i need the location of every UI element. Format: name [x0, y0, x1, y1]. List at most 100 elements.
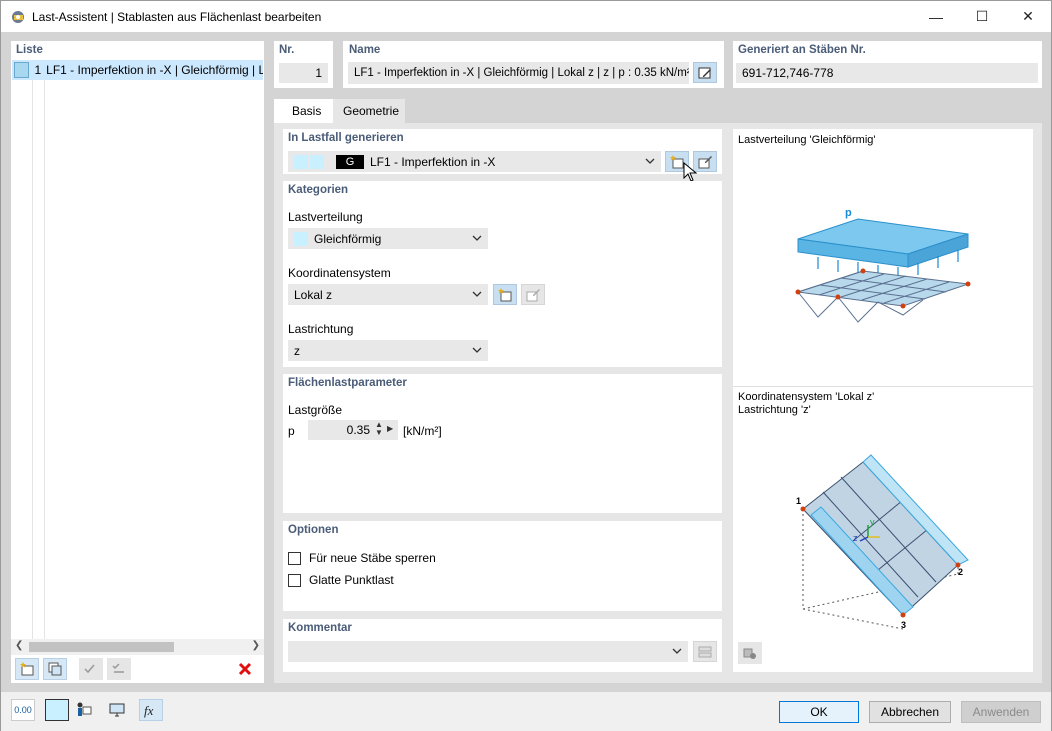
chevron-down-icon — [472, 347, 482, 353]
list-item-color-icon — [14, 62, 30, 78]
tab-content: In Lastfall generieren G LF1 - Imperfekt… — [274, 123, 1042, 683]
generated-members-field: 691-712,746-778 — [736, 63, 1038, 83]
name-panel: Name LF1 - Imperfektion in -X | Gleichfö… — [343, 41, 724, 88]
checkmark-icon — [84, 664, 95, 674]
list-header: Liste — [16, 44, 43, 56]
horizontal-scrollbar[interactable]: ❮ ❯ — [11, 639, 264, 655]
new-coord-button[interactable] — [493, 284, 517, 305]
edit-icon — [698, 155, 712, 168]
ok-button[interactable]: OK — [779, 701, 859, 723]
chevron-down-icon — [472, 235, 482, 241]
categories-panel: Kategorien Lastverteilung Gleichförmig K… — [283, 181, 722, 367]
direction-preview-title: Lastrichtung 'z' — [738, 404, 811, 416]
direction-value: z — [294, 343, 300, 358]
title-bar: Last-Assistent | Stablasten aus Flächenl… — [1, 1, 1051, 32]
loadcase-color-swatch — [294, 154, 308, 169]
loadcase-dropdown[interactable]: G LF1 - Imperfektion in -X — [288, 151, 661, 172]
distribution-value: Gleichförmig — [314, 231, 382, 246]
scroll-left-icon[interactable]: ❮ — [15, 640, 23, 651]
lock-option-label: Für neue Stäbe sperren — [309, 551, 436, 565]
list-panel: Liste 1 LF1 - Imperfektion in -X | Gleic… — [11, 41, 264, 683]
monitor-icon — [109, 703, 125, 717]
color-button[interactable] — [45, 699, 69, 721]
y-axis-label: y — [870, 517, 875, 527]
delete-icon — [238, 662, 252, 676]
minimize-button[interactable]: — — [913, 1, 959, 32]
coord-value: Lokal z — [294, 287, 333, 302]
comment-header: Kommentar — [288, 622, 352, 634]
load-symbol: p — [288, 424, 295, 438]
list-item-number: 1 — [34, 63, 42, 77]
close-window-button[interactable]: ✕ — [1005, 1, 1051, 32]
new-item-button[interactable] — [15, 658, 39, 680]
units-button[interactable]: 0.00 — [11, 699, 35, 721]
chevron-down-icon — [472, 291, 482, 297]
cancel-button[interactable]: Abbrechen — [869, 701, 951, 723]
dialog-window: Last-Assistent | Stablasten aus Flächenl… — [0, 0, 1052, 731]
node-1-label: 1 — [796, 496, 801, 506]
scroll-right-icon[interactable]: ❯ — [252, 640, 260, 651]
new-item-icon — [20, 662, 34, 676]
comment-library-button[interactable] — [693, 641, 717, 662]
name-field[interactable]: LF1 - Imperfektion in -X | Gleichförmig … — [348, 62, 689, 84]
distribution-preview-title: Lastverteilung 'Gleichförmig' — [738, 134, 876, 146]
load-unit: [kN/m²] — [403, 424, 442, 438]
direction-dropdown[interactable]: z — [288, 340, 488, 361]
spinner-icon[interactable]: ▲ ▼ — [375, 421, 383, 437]
function-icon: fx — [144, 703, 154, 718]
tree-guide — [44, 80, 45, 640]
window-title: Last-Assistent | Stablasten aus Flächenl… — [32, 9, 322, 24]
copy-item-button[interactable] — [43, 658, 67, 680]
edit-coord-button[interactable] — [521, 284, 545, 305]
edit-icon — [526, 288, 540, 301]
edit-name-button[interactable] — [693, 62, 717, 83]
coord-dropdown[interactable]: Lokal z — [288, 284, 488, 305]
options-header: Optionen — [288, 524, 339, 536]
lock-checkbox[interactable] — [288, 551, 301, 565]
uncheck-button[interactable] — [107, 658, 131, 680]
coord-preview-title: Koordinatensystem 'Lokal z' — [738, 391, 875, 403]
node-2-label: 2 — [958, 567, 963, 577]
distribution-dropdown[interactable]: Gleichförmig — [288, 228, 488, 249]
coord-label: Koordinatensystem — [288, 266, 391, 280]
info-button[interactable] — [71, 699, 95, 721]
preview-divider — [733, 386, 1033, 387]
surface-params-panel: Flächenlastparameter Lastgröße p 0.35 ▲ ▼… — [283, 374, 722, 513]
list-toolbar — [11, 655, 264, 683]
loadcase-header: In Lastfall generieren — [288, 132, 404, 144]
surface-mesh — [797, 270, 969, 323]
smooth-checkbox[interactable] — [288, 573, 301, 587]
generated-label: Generiert an Stäben Nr. — [738, 44, 866, 56]
bottom-bar: 0.00 fx OK Abbrechen Anwenden — [1, 692, 1051, 731]
view-button[interactable] — [105, 699, 129, 721]
preview-options-button[interactable] — [738, 642, 762, 664]
lock-option[interactable]: Für neue Stäbe sperren — [288, 551, 436, 565]
load-plate — [797, 218, 969, 268]
scrollbar-thumb[interactable] — [29, 642, 174, 652]
apply-button[interactable]: Anwenden — [961, 701, 1041, 723]
formula-button[interactable]: fx — [139, 699, 163, 721]
categories-header: Kategorien — [288, 184, 349, 196]
view-options-icon — [743, 648, 756, 659]
loadcase-value: LF1 - Imperfektion in -X — [370, 154, 496, 169]
load-size-label: Lastgröße — [288, 403, 343, 417]
expand-arrow-icon[interactable]: ▶ — [387, 424, 393, 433]
options-panel: Optionen Für neue Stäbe sperren Glatte P… — [283, 521, 722, 611]
mouse-cursor-icon — [683, 162, 697, 182]
tab-basis[interactable]: Basis — [274, 99, 333, 123]
check-button[interactable] — [79, 658, 103, 680]
new-icon — [498, 287, 512, 301]
number-field[interactable]: 1 — [279, 63, 328, 83]
uncheck-icon — [112, 663, 124, 673]
dialog-client-area: Liste 1 LF1 - Imperfektion in -X | Gleic… — [1, 32, 1051, 692]
p-label: p — [845, 207, 852, 219]
tab-geometrie[interactable]: Geometrie — [333, 99, 405, 123]
chevron-down-icon — [645, 158, 655, 164]
maximize-button[interactable]: ☐ — [959, 1, 1005, 32]
comment-dropdown[interactable] — [288, 641, 688, 662]
smooth-option[interactable]: Glatte Punktlast — [288, 573, 394, 587]
z-axis-label: z — [853, 533, 858, 543]
list-item[interactable]: 1 LF1 - Imperfektion in -X | Gleichförmi… — [12, 60, 263, 80]
load-value-input[interactable]: 0.35 — [308, 420, 398, 440]
delete-button[interactable] — [233, 658, 257, 680]
